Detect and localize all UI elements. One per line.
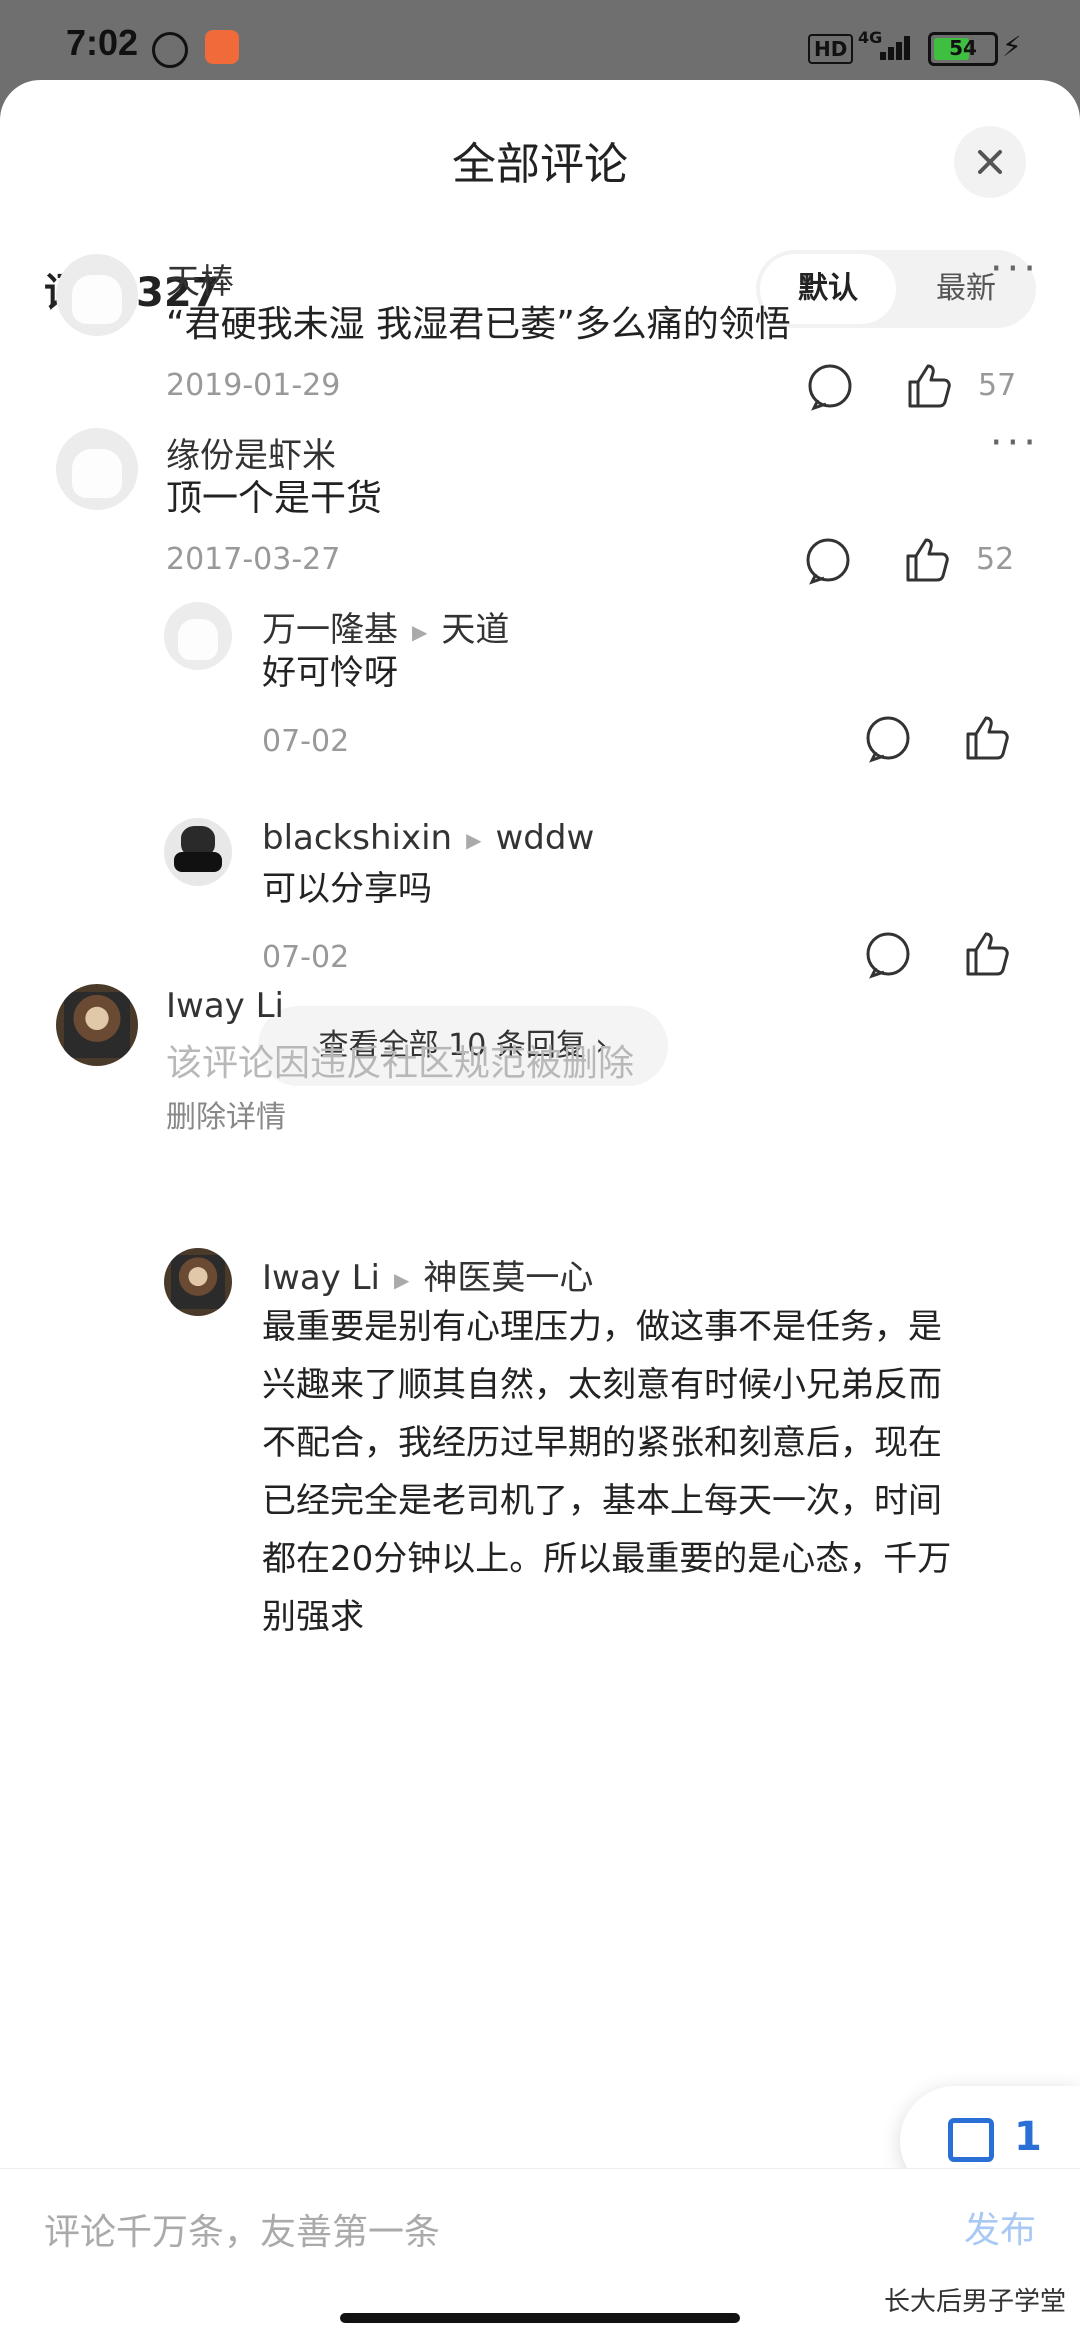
comment-input[interactable]: 评论千万条，友善第一条 <box>44 2203 440 2255</box>
reply-date: 07-02 <box>262 940 350 975</box>
reply-arrow-icon: ▶ <box>412 619 428 644</box>
like-count: 52 <box>976 542 1015 577</box>
reply-arrow-icon: ▶ <box>466 827 482 852</box>
avatar[interactable] <box>164 602 232 670</box>
watermark: 长大后男子学堂 <box>883 2287 1066 2317</box>
alarm-icon <box>152 32 188 68</box>
app-notification-icon <box>205 30 239 64</box>
reply-text: 最重要是别有心理压力，做这事不是任务，是 兴趣来了顺其自然，太刻意有时候小兄弟反… <box>262 1298 951 1646</box>
avatar[interactable] <box>56 428 138 510</box>
avatar[interactable] <box>164 1248 232 1316</box>
comment-author[interactable]: 天棒 <box>166 254 234 303</box>
reply-author: blackshixin ▶ wddw <box>262 818 594 858</box>
hd-icon: HD <box>808 34 854 64</box>
comment-input-bar: 评论千万条，友善第一条 发布 长大后男子学堂 <box>0 2168 1080 2341</box>
reply-author: 万一隆基 ▶ 天道 <box>262 602 509 651</box>
reply-date: 07-02 <box>262 724 350 759</box>
like-icon[interactable] <box>902 360 954 412</box>
reply-icon[interactable] <box>862 714 914 766</box>
status-time: 7:02 <box>66 22 139 63</box>
reply-text-line: 不配合，我经历过早期的紧张和刻意后，现在 <box>262 1423 942 1463</box>
reply-author-name[interactable]: blackshixin <box>262 818 452 858</box>
charging-icon: ⚡ <box>1002 30 1022 63</box>
inbox-count: 1 <box>1014 2114 1042 2160</box>
deleted-comment-notice: 该评论因违反社区规范被删除 <box>166 1043 635 1084</box>
comment-text: 顶一个是干货 <box>166 478 383 519</box>
reply-text-line: 最重要是别有心理压力，做这事不是任务，是 <box>262 1307 942 1347</box>
battery-level: 54 <box>949 36 977 60</box>
comment-date: 2019-01-29 <box>166 368 341 403</box>
reply-icon[interactable] <box>862 930 914 982</box>
reply-author-name[interactable]: 万一隆基 <box>262 610 398 650</box>
delete-details-link[interactable]: 删除详情 <box>166 1092 286 1136</box>
reply-text-line: 已经完全是老司机了，基本上每天一次，时间 <box>262 1481 942 1521</box>
comment-author[interactable]: 缘份是虾米 <box>166 428 336 477</box>
battery-icon: 54 <box>928 32 998 66</box>
more-options-icon[interactable]: ··· <box>990 246 1040 292</box>
reply-text-line: 兴趣来了顺其自然，太刻意有时候小兄弟反而 <box>262 1365 942 1405</box>
inbox-icon <box>948 2118 994 2162</box>
reply-to-name[interactable]: wddw <box>495 818 594 858</box>
reply-text-line: 都在20分钟以上。所以最重要的是心态，千万 <box>262 1539 952 1579</box>
like-icon[interactable] <box>960 928 1012 980</box>
signal-icon <box>874 34 914 60</box>
reply-icon[interactable] <box>802 536 854 588</box>
reply-arrow-icon: ▶ <box>394 1267 410 1292</box>
reply-text-line: 别强求 <box>262 1597 364 1637</box>
reply-to-name[interactable]: 天道 <box>441 610 509 650</box>
reply-author-name[interactable]: Iway Li <box>262 1258 380 1298</box>
reply-icon[interactable] <box>804 362 856 414</box>
comment-author[interactable]: Iway Li <box>166 986 284 1026</box>
reply-text: 可以分享吗 <box>262 869 432 909</box>
comment-text: “君硬我未湿 我湿君已萎”多么痛的领悟 <box>166 304 791 345</box>
avatar[interactable] <box>164 818 232 886</box>
reply-text: 好可怜呀 <box>262 653 398 693</box>
like-icon[interactable] <box>900 534 952 586</box>
home-indicator[interactable] <box>340 2313 740 2323</box>
comments-sheet: 全部评论 评论327 默认 最新 天棒 ··· “君硬我未湿 我湿君已萎”多么痛… <box>0 80 1080 2340</box>
reply-author: Iway Li ▶ 神医莫一心 <box>262 1250 593 1299</box>
more-options-icon[interactable]: ··· <box>990 420 1040 466</box>
comment-date: 2017-03-27 <box>166 542 341 577</box>
status-bar: 7:02 HD 4G 54 ⚡ <box>0 0 1080 80</box>
avatar[interactable] <box>56 984 138 1066</box>
avatar[interactable] <box>56 254 138 336</box>
sheet-title: 全部评论 <box>452 139 628 190</box>
publish-button[interactable]: 发布 <box>964 2201 1036 2253</box>
like-count: 57 <box>978 368 1017 403</box>
reply-to-name[interactable]: 神医莫一心 <box>423 1258 593 1298</box>
close-icon <box>978 150 1002 174</box>
like-icon[interactable] <box>960 712 1012 764</box>
close-button[interactable] <box>954 126 1026 198</box>
